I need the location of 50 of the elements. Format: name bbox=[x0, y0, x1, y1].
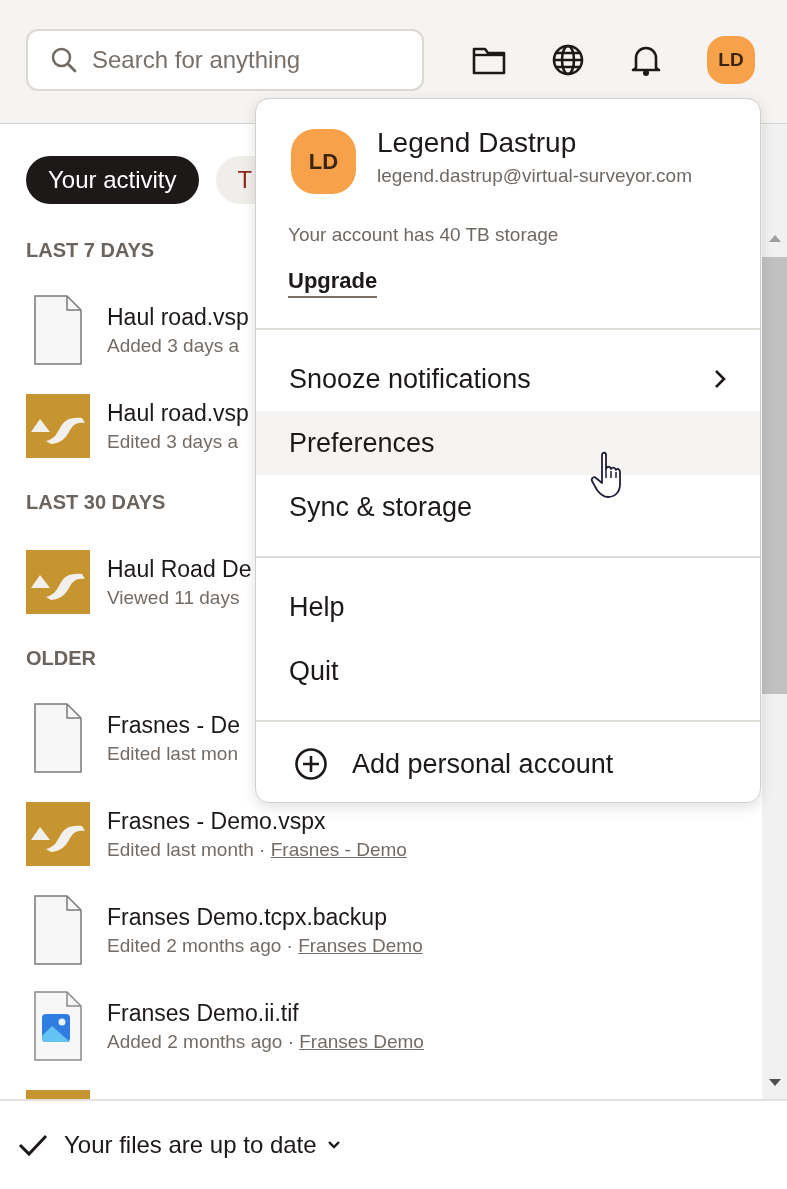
scroll-down-icon[interactable] bbox=[767, 1079, 782, 1087]
avatar[interactable]: LD bbox=[707, 35, 755, 84]
user-email: legend.dastrup@virtual-surveyor.com bbox=[377, 164, 692, 187]
check-icon bbox=[18, 1133, 48, 1157]
file-name[interactable]: Frasnes - Demo.vspx bbox=[107, 807, 407, 835]
folder-link[interactable]: Franses Demo bbox=[299, 1030, 424, 1052]
file-name[interactable]: Franses Demo.ii.tif bbox=[107, 999, 424, 1027]
tab[interactable]: Your activity bbox=[26, 156, 199, 204]
file-name[interactable]: Frasnes - De bbox=[107, 711, 240, 739]
upgrade-link[interactable]: Upgrade bbox=[288, 268, 378, 298]
scrollbar[interactable] bbox=[762, 124, 787, 1099]
sync-status-button[interactable]: Your files are up to date bbox=[64, 1131, 341, 1159]
image-file-icon bbox=[34, 991, 82, 1061]
file-activity: Viewed 11 days bbox=[107, 586, 240, 608]
app-icon bbox=[26, 802, 90, 866]
menu-item[interactable]: Sync & storage bbox=[256, 475, 760, 539]
document-icon bbox=[34, 703, 82, 773]
file-activity: Added 3 days a bbox=[107, 334, 240, 356]
menu-item[interactable]: Help bbox=[256, 575, 760, 639]
scrollbar-thumb[interactable] bbox=[762, 257, 787, 694]
section-heading: LAST 7 DAYS bbox=[26, 238, 155, 263]
search-icon bbox=[50, 45, 78, 74]
storage-info: Your account has 40 TB storage bbox=[288, 224, 560, 246]
hand-cursor-icon bbox=[590, 451, 624, 499]
file-activity: Added 2 months ago · bbox=[107, 1030, 295, 1052]
file-activity: Edited last month · bbox=[107, 838, 267, 860]
file-activity: Edited 2 months ago · bbox=[107, 934, 294, 956]
menu-item[interactable]: Snooze notifications bbox=[256, 347, 760, 411]
menu-item[interactable]: Quit bbox=[256, 639, 760, 703]
app-icon bbox=[26, 394, 90, 458]
document-icon bbox=[34, 295, 82, 365]
folder-link[interactable]: Frasnes - Demo bbox=[270, 838, 407, 860]
folder-link[interactable]: Franses Demo bbox=[298, 934, 423, 956]
add-icon bbox=[294, 747, 328, 781]
menu-item[interactable]: Add personal account bbox=[256, 732, 760, 796]
section-heading: LAST 30 DAYS bbox=[26, 490, 166, 515]
document-icon bbox=[34, 895, 82, 965]
file-name[interactable]: Haul Road De bbox=[107, 555, 252, 583]
search-field[interactable]: Search for anything bbox=[26, 28, 424, 91]
file-activity: Edited last mon bbox=[107, 742, 238, 764]
file-name[interactable]: Haul road.vsp bbox=[107, 303, 249, 331]
file-name[interactable]: Franses Demo.tcpx.backup bbox=[107, 903, 423, 931]
chevron-down-icon bbox=[326, 1140, 341, 1150]
globe-icon[interactable] bbox=[551, 42, 585, 77]
section-heading: OLDER bbox=[26, 646, 96, 671]
file-activity: Edited 3 days a bbox=[107, 430, 238, 452]
avatar: LD bbox=[291, 129, 356, 194]
app-icon bbox=[26, 550, 90, 614]
file-name[interactable]: Haul road.vsp bbox=[107, 399, 249, 427]
user-name: Legend Dastrup bbox=[377, 126, 578, 159]
